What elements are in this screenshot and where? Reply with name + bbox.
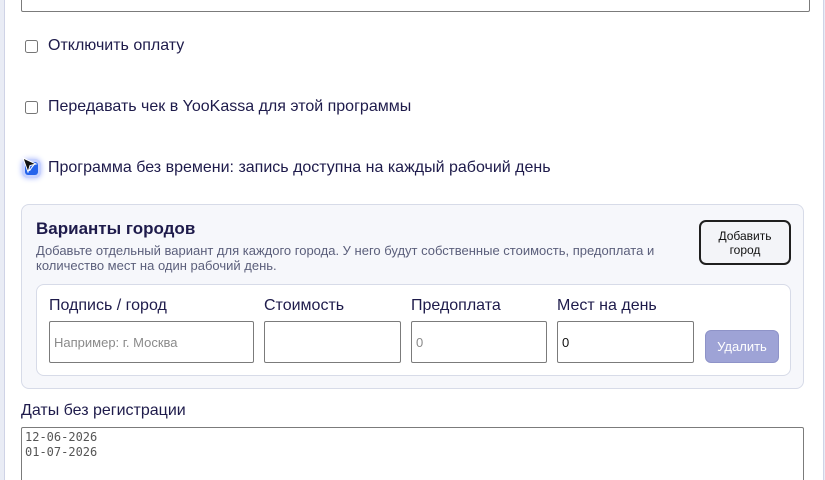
price-input[interactable] — [264, 321, 401, 363]
dates-without-registration-textarea[interactable]: 12-06-2026 01-07-2026 — [21, 427, 804, 480]
city-variants-title: Варианты городов — [36, 219, 196, 238]
delete-city-button[interactable]: Удалить — [705, 330, 779, 363]
city-column-label: Подпись / город — [49, 297, 167, 314]
dates-without-registration-label: Даты без регистрации — [21, 402, 186, 419]
no-time-program-checkbox[interactable]: ✓ — [22, 156, 38, 175]
disable-payment-label: Отключить оплату — [48, 37, 185, 54]
page: Отключить оплату Передавать чек в YooKas… — [0, 0, 825, 480]
prepay-column-label: Предоплата — [411, 297, 501, 314]
price-column-label: Стоимость — [264, 297, 345, 314]
city-name-input[interactable] — [49, 321, 254, 363]
seats-column-label: Мест на день — [557, 297, 657, 314]
no-time-program-label: Программа без времени: запись доступна н… — [48, 159, 551, 176]
yookassa-receipt-checkbox[interactable] — [25, 100, 38, 114]
top-text-field[interactable] — [21, 0, 810, 12]
option-yookassa-receipt[interactable]: Передавать чек в YooKassa для этой прогр… — [24, 95, 411, 119]
seats-per-day-input[interactable] — [557, 321, 694, 363]
disable-payment-checkbox[interactable] — [25, 39, 38, 53]
option-no-time-program[interactable]: ✓ Программа без времени: запись доступна… — [22, 156, 551, 180]
option-disable-payment[interactable]: Отключить оплату — [24, 34, 184, 58]
mouse-cursor-icon — [22, 156, 38, 173]
city-variants-section: Варианты городов Добавьте отдельный вари… — [21, 204, 804, 389]
city-variants-description: Добавьте отдельный вариант для каждого г… — [36, 243, 655, 273]
yookassa-receipt-label: Передавать чек в YooKassa для этой прогр… — [48, 98, 412, 115]
add-city-button[interactable]: Добавить город — [699, 220, 791, 265]
prepay-input[interactable] — [411, 321, 547, 363]
city-variant-row: Подпись / город Стоимость Предоплата Мес… — [36, 284, 791, 376]
